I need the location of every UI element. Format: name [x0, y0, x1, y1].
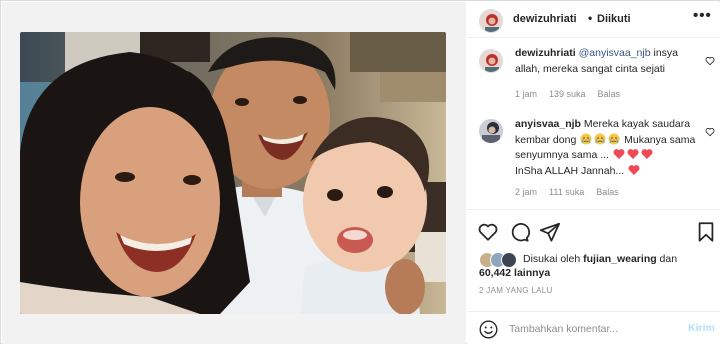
comment-username[interactable]: anyisvaa_njb — [515, 118, 581, 130]
crying-face-emoji-icon — [608, 133, 620, 144]
comment-text: anyisvaa_njb Mereka kayak saudara kembar… — [515, 117, 703, 179]
post-timestamp[interactable]: 2 JAM YANG LALU — [479, 286, 553, 295]
comment-avatar[interactable] — [479, 49, 503, 73]
likes-count-text[interactable]: 60,442 lainnya — [479, 267, 550, 279]
family-selfie-image — [20, 32, 446, 314]
post-sidebar: dewizuhriati • Diikuti ••• dewizuhriati … — [467, 2, 720, 344]
liker-avatars — [479, 252, 521, 268]
comment-composer: Kirim — [467, 311, 720, 344]
comment-time[interactable]: 1 jam — [515, 89, 537, 99]
smile-icon[interactable] — [479, 320, 498, 339]
avatar-image — [480, 10, 502, 32]
likes-connector: dan — [656, 253, 678, 265]
post-actions-bar — [467, 209, 720, 251]
comment-meta: 2 jam 111 suka Balas — [515, 187, 631, 197]
red-heart-emoji-icon — [627, 149, 639, 159]
like-comment-heart-icon[interactable] — [705, 56, 715, 66]
comment-username[interactable]: dewizuhriati — [515, 47, 576, 59]
liker-username[interactable]: fujian_wearing — [583, 253, 657, 265]
follow-status-button[interactable]: Diikuti — [597, 13, 631, 25]
crying-face-emoji-icon — [594, 133, 606, 144]
avatar-image — [480, 50, 502, 72]
red-heart-emoji-icon — [613, 149, 625, 159]
avatar-image — [479, 119, 503, 143]
red-heart-emoji-icon — [628, 164, 640, 175]
header-separator: • — [588, 11, 593, 25]
likes-text: Disukai oleh fujian_wearing dan — [523, 253, 677, 265]
comment-input[interactable] — [509, 321, 669, 337]
comment-time[interactable]: 2 jam — [515, 187, 537, 197]
more-options-icon[interactable]: ••• — [693, 7, 712, 24]
comment-item: anyisvaa_njb Mereka kayak saudara kembar… — [467, 117, 720, 203]
author-username[interactable]: dewizuhriati — [513, 13, 577, 25]
likes-summary: Disukai oleh fujian_wearing dan 60,442 l… — [467, 251, 720, 287]
comment-meta: 1 jam 139 suka Balas — [515, 89, 632, 99]
likes-count[interactable]: 60,442 lainnya — [479, 267, 550, 279]
heart-icon[interactable] — [477, 221, 499, 243]
liker-avatar[interactable] — [501, 252, 517, 268]
send-comment-button[interactable]: Kirim — [688, 322, 715, 334]
comment-text: dewizuhriati @anyisvaa_njb insya allah, … — [515, 46, 703, 77]
media-panel — [2, 2, 466, 344]
crying-face-emoji-icon — [580, 133, 592, 144]
share-icon[interactable] — [539, 221, 561, 243]
reply-button[interactable]: Balas — [598, 89, 621, 99]
bookmark-icon[interactable] — [695, 221, 717, 243]
reply-button[interactable]: Balas — [596, 187, 619, 197]
likes-prefix: Disukai oleh — [523, 253, 584, 265]
comment-mention[interactable]: @anyisvaa_njb — [579, 47, 651, 59]
post-dialog: dewizuhriati • Diikuti ••• dewizuhriati … — [0, 0, 720, 344]
red-heart-emoji-icon — [641, 149, 653, 159]
comment-like-count[interactable]: 111 suka — [549, 187, 584, 197]
author-avatar[interactable] — [479, 9, 503, 33]
comment-icon[interactable] — [508, 221, 530, 243]
like-comment-heart-icon[interactable] — [705, 127, 715, 137]
comment-body: InSha ALLAH Jannah... — [515, 164, 625, 177]
comment-avatar[interactable] — [479, 119, 503, 143]
post-header: dewizuhriati • Diikuti ••• — [467, 2, 720, 38]
post-photo[interactable] — [20, 32, 446, 314]
comment-like-count[interactable]: 139 suka — [549, 89, 586, 99]
comment-item: dewizuhriati @anyisvaa_njb insya allah, … — [467, 46, 720, 106]
